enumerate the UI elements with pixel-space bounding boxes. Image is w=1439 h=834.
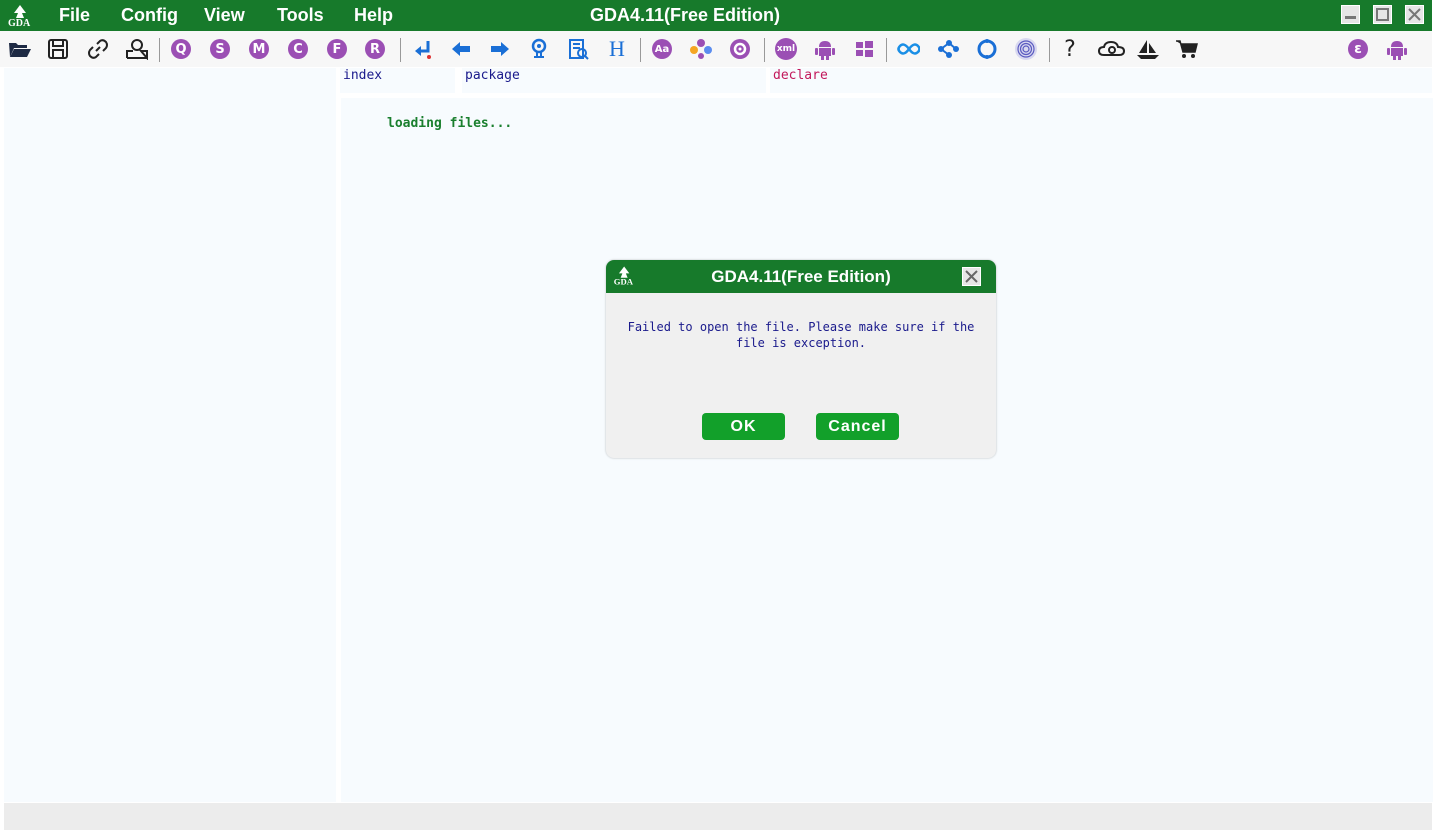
gda-logo-icon: GDA [8, 5, 31, 28]
fingerprint-icon [1015, 38, 1037, 60]
maximize-icon [1376, 8, 1389, 21]
open-folder-icon [9, 43, 31, 57]
declare-column-header: declare [770, 68, 1432, 93]
menu-file[interactable]: File [59, 5, 90, 26]
error-dialog: GDA GDA4.11(Free Edition) Failed to open… [606, 260, 996, 458]
search-q-icon: Q [171, 39, 191, 59]
ring-icon [977, 39, 997, 59]
search-f-button[interactable]: F [325, 37, 349, 61]
search-r-icon: R [365, 39, 385, 59]
profile-icon [126, 39, 148, 60]
windows-icon [856, 41, 873, 57]
title-bar: GDA File Config View Tools Help GDA4.11(… [0, 0, 1432, 31]
search-m-button[interactable]: M [247, 37, 271, 61]
xml-button[interactable]: xml [774, 37, 798, 61]
toolbar-separator [886, 38, 887, 62]
search-q-button[interactable]: Q [169, 37, 193, 61]
menu-config[interactable]: Config [121, 5, 178, 26]
fingerprint-button[interactable] [1014, 37, 1038, 61]
graph-icon [690, 39, 712, 59]
menu-tools[interactable]: Tools [277, 5, 324, 26]
status-bar [4, 803, 1432, 830]
xml-icon: xml [775, 38, 797, 60]
search-m-icon: M [249, 39, 269, 59]
close-icon [965, 270, 978, 283]
dialog-title: GDA4.11(Free Edition) [711, 267, 891, 286]
android-right-icon [1387, 41, 1407, 60]
search-r-button[interactable]: R [363, 37, 387, 61]
link-button[interactable] [86, 37, 110, 61]
gear-icon [730, 39, 750, 59]
dialog-title-bar[interactable]: GDA GDA4.11(Free Edition) [606, 260, 996, 293]
ring-button[interactable] [975, 37, 999, 61]
epsilon-button[interactable]: ε [1346, 37, 1370, 61]
nodes-button[interactable] [936, 37, 960, 61]
save-button[interactable] [46, 37, 70, 61]
close-button[interactable] [1405, 5, 1424, 24]
font-icon: Aa [652, 39, 672, 59]
menu-help[interactable]: Help [354, 5, 393, 26]
minimize-icon [1345, 16, 1356, 19]
ship-button[interactable] [1136, 37, 1160, 61]
android-icon [815, 41, 835, 60]
toolbar-separator [159, 38, 160, 62]
back-button[interactable] [449, 37, 473, 61]
infinity-icon [897, 43, 920, 55]
heading-icon: H [609, 36, 625, 61]
cloud-icon [1097, 40, 1126, 56]
open-folder-button[interactable] [8, 37, 32, 61]
window-title: GDA4.11(Free Edition) [589, 5, 781, 25]
cart-icon [1176, 40, 1198, 58]
ok-button[interactable]: OK [702, 413, 785, 440]
search-s-button[interactable]: S [208, 37, 232, 61]
forward-arrow-icon [491, 42, 509, 56]
location-icon [531, 38, 547, 58]
package-column-header: package [462, 68, 766, 93]
maximize-button[interactable] [1373, 5, 1392, 24]
cart-button[interactable] [1175, 37, 1199, 61]
menu-view[interactable]: View [204, 5, 245, 26]
search-s-icon: S [210, 39, 230, 59]
help-icon: ? [1064, 36, 1076, 62]
forward-button[interactable] [488, 37, 512, 61]
windows-button[interactable] [852, 37, 876, 61]
infinity-button[interactable] [896, 37, 920, 61]
toolbar-separator [640, 38, 641, 62]
loading-status-text: loading files... [387, 116, 513, 131]
help-button[interactable]: ? [1058, 36, 1082, 62]
ship-icon [1137, 40, 1159, 59]
jump-button[interactable] [411, 37, 435, 61]
toolbar-separator [400, 38, 401, 62]
profile-button[interactable] [125, 37, 149, 61]
close-icon [1408, 8, 1421, 21]
font-button[interactable]: Aa [650, 37, 674, 61]
nodes-icon [938, 40, 959, 58]
save-icon [48, 39, 68, 59]
toolbar-separator [1049, 38, 1050, 62]
report-button[interactable] [566, 37, 590, 61]
jump-icon [415, 41, 431, 59]
location-button[interactable] [527, 37, 551, 61]
android-right-button[interactable] [1385, 37, 1409, 61]
toolbar-separator [764, 38, 765, 62]
svg-text:GDA: GDA [8, 18, 31, 28]
search-f-icon: F [327, 39, 347, 59]
graph-button[interactable] [689, 37, 713, 61]
link-icon [88, 39, 108, 59]
dialog-message: Failed to open the file. Please make sur… [627, 320, 975, 350]
search-c-button[interactable]: C [286, 37, 310, 61]
cancel-button[interactable]: Cancel [816, 413, 899, 440]
back-arrow-icon [452, 42, 470, 56]
minimize-button[interactable] [1341, 5, 1360, 24]
heading-button[interactable]: H [605, 36, 629, 61]
dialog-close-button[interactable] [962, 267, 981, 286]
cloud-button[interactable] [1097, 37, 1127, 61]
android-button[interactable] [813, 37, 837, 61]
settings-button[interactable] [728, 37, 752, 61]
search-c-icon: C [288, 39, 308, 59]
left-tree-panel[interactable] [4, 68, 336, 802]
index-column-header: index [340, 68, 455, 93]
report-icon [569, 39, 589, 60]
epsilon-icon: ε [1348, 39, 1368, 59]
